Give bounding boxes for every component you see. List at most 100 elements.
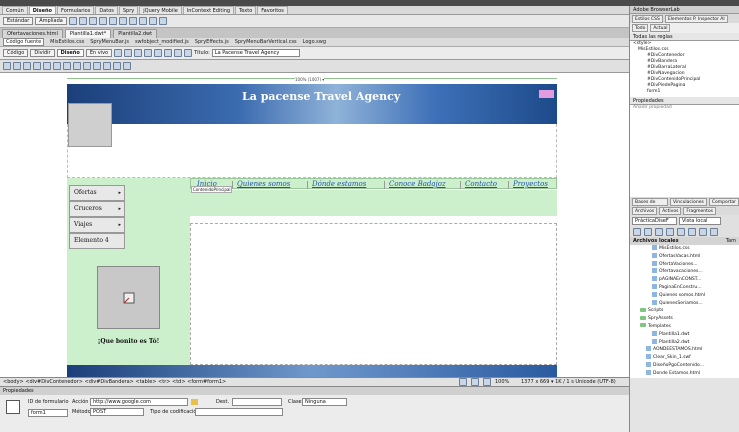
checkin-icon[interactable]	[688, 227, 696, 236]
outdent-icon[interactable]	[43, 62, 51, 70]
side-menu-item[interactable]: Cruceros ▸	[69, 201, 125, 217]
file-item[interactable]: Scripts	[630, 307, 739, 315]
enctype-select[interactable]	[195, 408, 283, 416]
css-tab-0[interactable]: Estilos CSS	[632, 14, 663, 23]
format-icon[interactable]	[123, 62, 131, 70]
view-options-icon[interactable]	[154, 49, 163, 57]
method-select[interactable]: POST	[90, 408, 144, 416]
nav-link-2[interactable]: Dónde estamos	[312, 180, 366, 188]
css-rule-item[interactable]: form1	[633, 89, 739, 95]
file-item[interactable]: MisEstilos.css	[630, 245, 739, 253]
sync-icon[interactable]	[699, 227, 707, 236]
spry-collapsible-icon[interactable]	[158, 17, 167, 25]
related-file-4[interactable]: SpryEffects.js	[195, 39, 229, 45]
related-file-5[interactable]: SpryMenuBarVertical.css	[235, 39, 297, 45]
db-tab-1[interactable]: Vinculaciones	[670, 197, 707, 206]
doc-tab-1[interactable]: Plantilla1.dwt*	[64, 28, 112, 38]
anchor-icon[interactable]	[113, 62, 121, 70]
related-file-0[interactable]: Código fuente	[3, 38, 45, 46]
insert-tab-6[interactable]: InContext Editing	[182, 6, 235, 14]
checkout-icon[interactable]	[677, 227, 685, 236]
file-item[interactable]: Ofertavacaciones...	[630, 268, 739, 276]
hand-tool-icon[interactable]	[471, 378, 479, 386]
align-right-icon[interactable]	[93, 62, 101, 70]
insert-column-icon[interactable]	[88, 17, 97, 25]
select-tool-icon[interactable]	[459, 378, 467, 386]
file-item[interactable]: Plantilla2.dwt	[630, 338, 739, 347]
doc-tab-2[interactable]: Plantilla2.dwt	[113, 28, 158, 38]
side-image[interactable]	[97, 266, 160, 329]
db-tab-2[interactable]: Comportar	[708, 197, 739, 206]
spry-accordion-icon[interactable]	[148, 17, 157, 25]
expanded-mode-button[interactable]: Ampliada	[35, 17, 67, 25]
side-menu-item[interactable]: Viajes ▸	[69, 217, 125, 233]
zoom-tool-icon[interactable]	[483, 378, 491, 386]
files-list[interactable]: MisEstilos.css OfertasVacas.html OfertaVac…	[630, 245, 739, 378]
connect-icon[interactable]	[633, 227, 641, 236]
insert-tab-8[interactable]: Favoritos	[257, 6, 288, 14]
put-files-icon[interactable]	[666, 227, 674, 236]
form-id-input[interactable]: form1	[28, 409, 68, 417]
files-tab-2[interactable]: Fragmentos	[683, 206, 717, 215]
logo-placeholder[interactable]	[68, 103, 112, 147]
insert-tab-2[interactable]: Formularios	[57, 6, 95, 14]
insert-tab-3[interactable]: Datos	[95, 6, 118, 14]
related-file-3[interactable]: swfobject_modified.js	[135, 39, 189, 45]
insert-tab-5[interactable]: jQuery Mobile	[139, 6, 182, 14]
css-tab-1[interactable]: Elementos P. Inspector Al	[664, 14, 728, 23]
add-property-link[interactable]: Añadir propiedad	[633, 105, 672, 110]
compat-icon[interactable]	[184, 49, 193, 57]
align-left-icon[interactable]	[73, 62, 81, 70]
live-view-button[interactable]: En vivo	[85, 49, 113, 57]
insert-tab-1[interactable]: Diseño	[28, 6, 56, 14]
refresh-icon[interactable]	[144, 49, 153, 57]
view-select[interactable]: Vista local	[679, 216, 721, 225]
split-view-button[interactable]: Dividir	[30, 49, 55, 57]
layout-icon[interactable]	[108, 17, 117, 25]
related-file-2[interactable]: SpryMenuBar.js	[90, 39, 129, 45]
file-item[interactable]: AONDEESTAMOS.html	[630, 346, 739, 354]
nav-link-5[interactable]: Proyectos	[513, 180, 548, 188]
file-item[interactable]: OfertasVacas.html	[630, 252, 739, 261]
preview-icon[interactable]	[134, 49, 143, 57]
browserlab-header[interactable]: Adobe BrowserLab	[630, 6, 739, 14]
action-input[interactable]: http://www.google.com	[90, 398, 188, 406]
file-item[interactable]: SpryAssets	[630, 315, 739, 323]
ordered-list-icon[interactable]	[33, 62, 41, 70]
files-tab-1[interactable]: Activos	[659, 206, 682, 215]
expand-icon[interactable]	[710, 227, 718, 236]
spry-menu-icon[interactable]	[128, 17, 137, 25]
nav-link-3[interactable]: Conoce Badajoz	[389, 180, 446, 188]
flash-placeholder[interactable]	[539, 90, 554, 98]
css-rules-tree[interactable]: <style> MisEstilos.css #DivContenedor #DivB…	[630, 41, 739, 97]
file-item[interactable]: Clear_Skin_1.swf	[630, 354, 739, 362]
file-item[interactable]: PaginaEnConstru...	[630, 283, 739, 292]
insert-tab-7[interactable]: Texto	[235, 6, 257, 14]
text-icon[interactable]	[63, 62, 71, 70]
css-subtab-0[interactable]: Todo	[632, 24, 649, 32]
insert-row-icon[interactable]	[78, 17, 87, 25]
css-subtab-1[interactable]: Actual	[650, 24, 671, 32]
bold-icon[interactable]	[3, 62, 11, 70]
standard-mode-button[interactable]: Estándar	[3, 17, 34, 25]
zoom-level[interactable]: 100%	[495, 379, 517, 385]
file-item[interactable]: Plantilla1.dwt	[630, 330, 739, 339]
validate-icon[interactable]	[174, 49, 183, 57]
nav-link-4[interactable]: Contacto	[465, 180, 497, 188]
insert-tab-0[interactable]: Común	[2, 6, 28, 14]
refresh-files-icon[interactable]	[644, 227, 652, 236]
insert-tab-4[interactable]: Spry	[118, 6, 139, 14]
code-view-button[interactable]: Código	[3, 49, 29, 57]
target-select[interactable]	[232, 398, 282, 406]
file-item[interactable]: Templates	[630, 323, 739, 331]
list-icon[interactable]	[23, 62, 31, 70]
file-item[interactable]: DiseñoPgoContenido...	[630, 361, 739, 370]
file-item[interactable]: pAGINAEnCONST...	[630, 276, 739, 284]
indent-icon[interactable]	[53, 62, 61, 70]
db-tab-0[interactable]: Bases de datos	[632, 197, 669, 212]
main-content-area[interactable]	[190, 223, 557, 365]
inspect-icon[interactable]	[114, 49, 123, 57]
italic-icon[interactable]	[13, 62, 21, 70]
frame-icon[interactable]	[118, 17, 127, 25]
folder-icon[interactable]	[191, 399, 198, 405]
